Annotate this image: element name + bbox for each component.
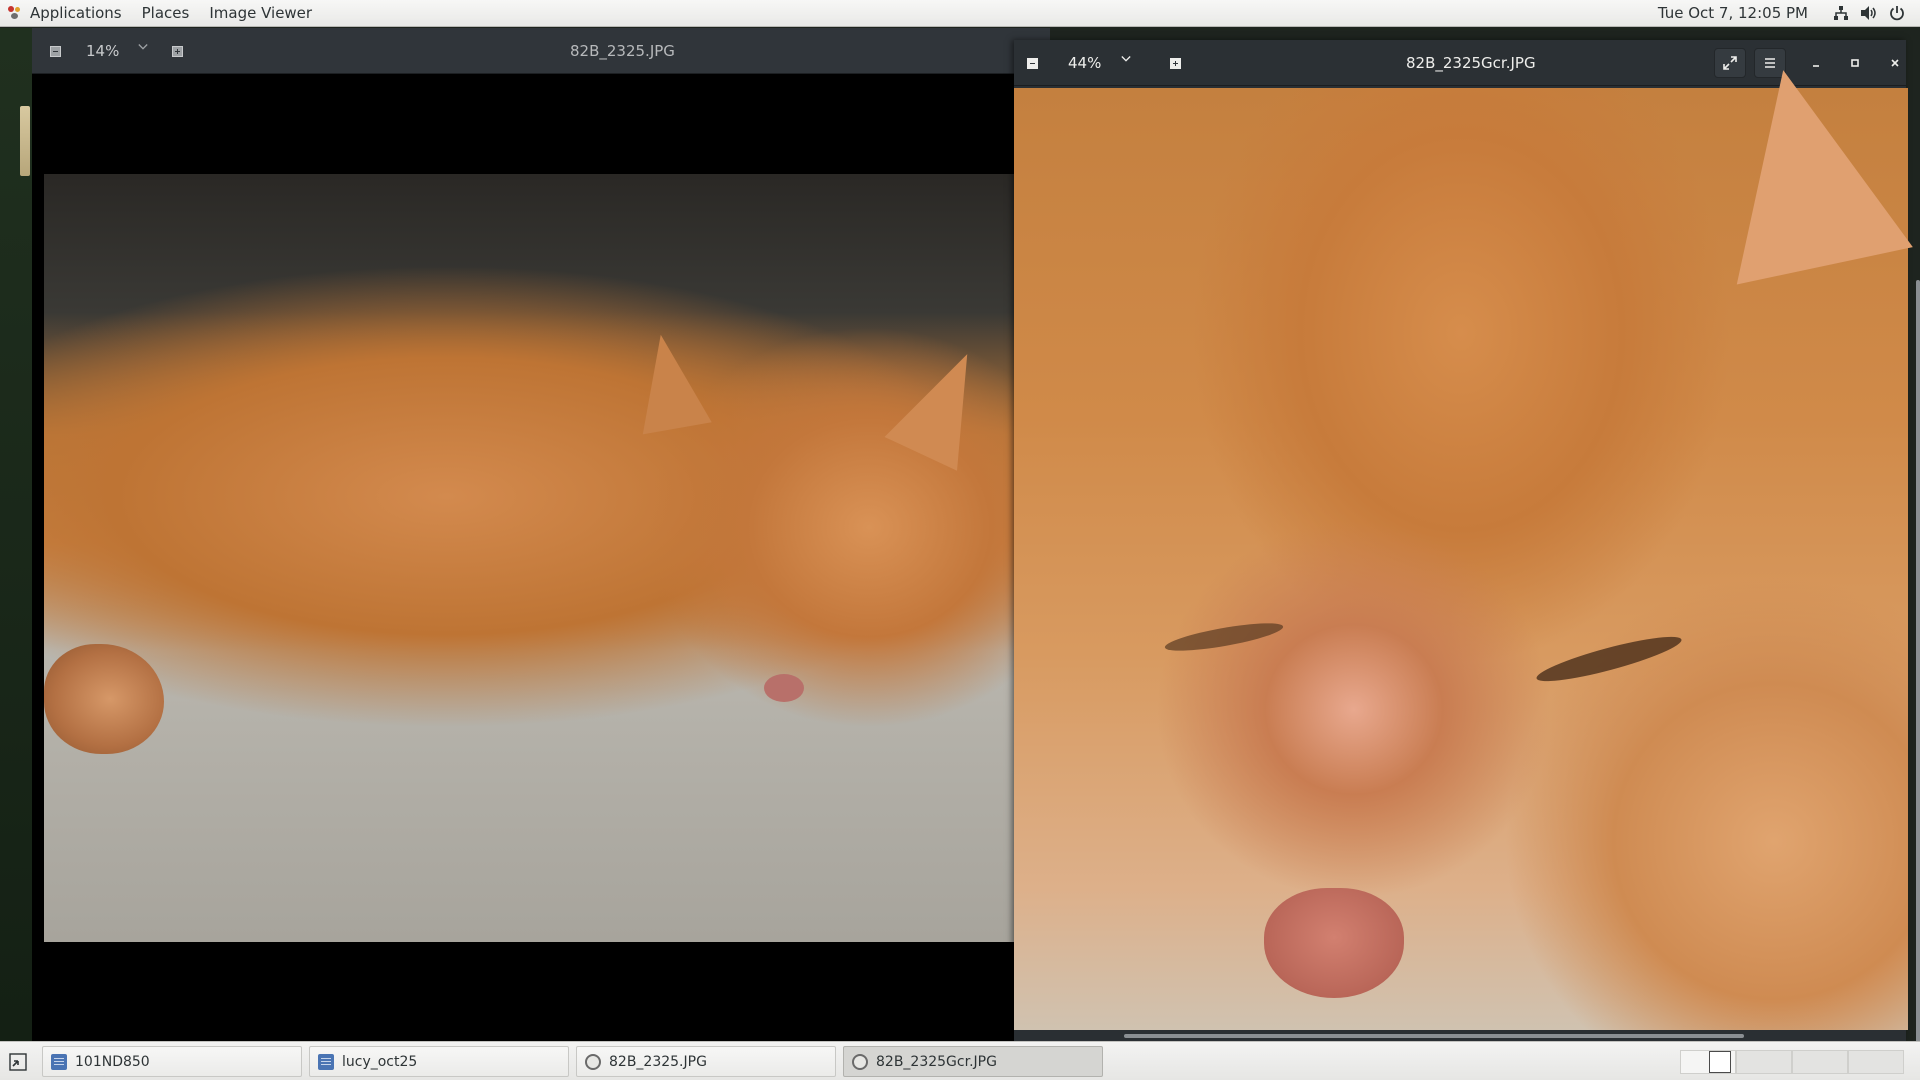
top-menu: Applications Places Image Viewer <box>0 0 322 26</box>
image-canvas[interactable] <box>1014 51 1913 1030</box>
task-lucy-oct25[interactable]: lucy_oct25 <box>309 1046 569 1077</box>
fullscreen-button[interactable] <box>1714 48 1746 78</box>
vertical-scrollbar[interactable] <box>1916 280 1920 1070</box>
bottom-panel: 101ND850 lucy_oct25 82B_2325.JPG 82B_232… <box>0 1041 1920 1080</box>
task-82B-2325[interactable]: 82B_2325.JPG <box>576 1046 836 1077</box>
image-viewer-menu[interactable]: Image Viewer <box>199 0 322 26</box>
applications-menu[interactable]: Applications <box>0 0 132 26</box>
gnome-foot-icon <box>8 6 22 20</box>
zoom-out-icon <box>49 45 61 57</box>
zoom-out-button[interactable] <box>1017 48 1047 78</box>
cat-eye <box>1533 628 1685 690</box>
cat-ear <box>1695 51 1913 285</box>
image-viewer-icon <box>585 1053 601 1070</box>
applications-label: Applications <box>30 4 122 22</box>
volume-icon[interactable] <box>1860 4 1878 22</box>
desktop-background <box>0 28 32 1041</box>
workspace-switcher <box>1680 1050 1904 1074</box>
task-label: 82B_2325Gcr.JPG <box>876 1053 997 1070</box>
cat-paw <box>44 644 164 754</box>
zoom-level[interactable]: 44% <box>1068 54 1101 72</box>
task-101ND850[interactable]: 101ND850 <box>42 1046 302 1077</box>
workspace-window-thumb <box>1709 1051 1731 1073</box>
hamburger-icon <box>1765 58 1775 68</box>
cat-ear <box>626 328 712 435</box>
folder-icon <box>318 1053 334 1070</box>
task-label: lucy_oct25 <box>342 1053 418 1070</box>
zoom-out-icon <box>1026 57 1038 69</box>
cat-eye <box>1163 617 1285 657</box>
image-viewer-window-right: 44% 82B_2325Gcr.JPG <box>1014 40 1920 1070</box>
places-menu[interactable]: Places <box>132 0 200 26</box>
window-title: 82B_2325Gcr.JPG <box>1406 54 1536 72</box>
cat-nose <box>764 674 804 702</box>
desktop-icon-partial[interactable] <box>20 106 30 176</box>
zoom-in-icon <box>1169 57 1181 69</box>
zoom-out-button[interactable] <box>40 36 70 66</box>
image-viewer-window-left: 14% 82B_2325.JPG <box>32 28 1050 1041</box>
horizontal-scrollbar[interactable] <box>1124 1034 1744 1038</box>
image-viewer-icon <box>852 1053 868 1070</box>
show-desktop-icon <box>9 1053 27 1071</box>
top-panel: Applications Places Image Viewer Tue Oct… <box>0 0 1920 27</box>
workspace-1[interactable] <box>1680 1050 1736 1074</box>
network-icon[interactable] <box>1832 4 1850 22</box>
power-icon[interactable] <box>1888 4 1906 22</box>
window-title: 82B_2325.JPG <box>570 42 675 60</box>
zoom-in-icon <box>171 45 183 57</box>
task-label: 82B_2325.JPG <box>609 1053 707 1070</box>
folder-icon <box>51 1053 67 1070</box>
show-desktop-button[interactable] <box>6 1050 30 1074</box>
zoom-level[interactable]: 14% <box>86 42 119 60</box>
top-right-tray: Tue Oct 7, 12:05 PM <box>1658 0 1920 26</box>
workspace-4[interactable] <box>1848 1050 1904 1074</box>
task-label: 101ND850 <box>75 1053 150 1070</box>
zoom-in-button[interactable] <box>162 36 192 66</box>
task-82B-2325Gcr[interactable]: 82B_2325Gcr.JPG <box>843 1046 1103 1077</box>
chevron-down-icon[interactable] <box>1121 54 1131 64</box>
image-canvas[interactable] <box>44 174 1050 942</box>
chevron-down-icon[interactable] <box>138 42 148 52</box>
headerbar-left: 14% 82B_2325.JPG <box>32 28 1050 74</box>
clock[interactable]: Tue Oct 7, 12:05 PM <box>1658 4 1808 22</box>
cat-nose <box>1264 888 1404 998</box>
close-button[interactable] <box>1880 48 1910 78</box>
cat-ear <box>884 337 1004 471</box>
workspace-3[interactable] <box>1792 1050 1848 1074</box>
workspace-2[interactable] <box>1736 1050 1792 1074</box>
close-icon <box>1891 59 1899 67</box>
zoom-in-button[interactable] <box>1160 48 1190 78</box>
fullscreen-icon <box>1723 56 1737 70</box>
